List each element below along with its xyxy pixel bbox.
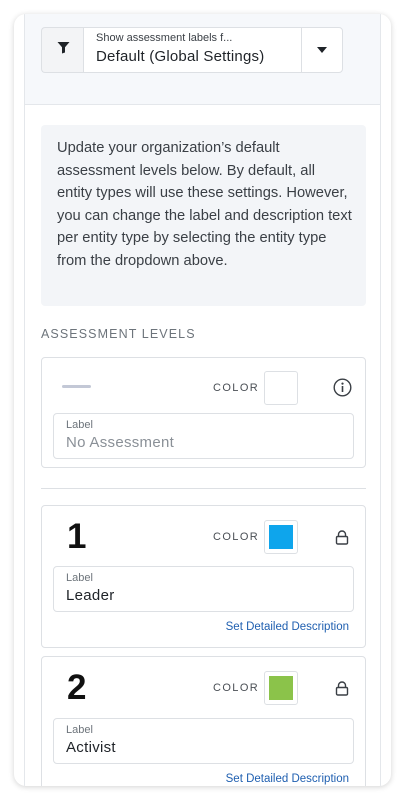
divider bbox=[41, 488, 366, 489]
label-field[interactable]: Label Activist bbox=[53, 718, 354, 764]
color-swatch bbox=[269, 376, 293, 400]
info-message: Update your organization’s default asses… bbox=[41, 125, 366, 306]
assessment-level-card: 1 COLOR Label Leader Set Detailed Descri… bbox=[41, 505, 366, 648]
filter-icon bbox=[57, 41, 70, 59]
lock-icon bbox=[330, 525, 354, 549]
field-value: No Assessment bbox=[66, 434, 175, 451]
no-level-dash bbox=[62, 385, 91, 388]
color-swatch bbox=[269, 676, 293, 700]
header-bar: Show assessment labels f... Default (Glo… bbox=[24, 14, 381, 105]
field-label: Label bbox=[66, 724, 93, 736]
color-picker[interactable] bbox=[264, 520, 298, 554]
color-label: COLOR bbox=[213, 682, 260, 694]
level-number: 2 bbox=[67, 668, 87, 707]
lock-icon bbox=[330, 676, 354, 700]
select-caption: Show assessment labels f... bbox=[96, 32, 233, 44]
section-title: ASSESSMENT LEVELS bbox=[41, 327, 196, 341]
filter-button[interactable] bbox=[41, 27, 84, 73]
color-label: COLOR bbox=[213, 531, 260, 543]
field-value: Activist bbox=[66, 739, 116, 756]
assessment-level-card: 2 COLOR Label Activist Set Detailed Desc… bbox=[41, 656, 366, 786]
assessment-level-card: COLOR Label No Assessment bbox=[41, 357, 366, 468]
label-field[interactable]: Label Leader bbox=[53, 566, 354, 612]
level-number: 1 bbox=[67, 517, 87, 556]
entity-type-select[interactable]: Show assessment labels f... Default (Glo… bbox=[83, 27, 302, 73]
assessment-settings-panel: Show assessment labels f... Default (Glo… bbox=[14, 14, 391, 786]
info-icon[interactable] bbox=[330, 375, 354, 399]
select-value: Default (Global Settings) bbox=[96, 48, 265, 65]
color-picker[interactable] bbox=[264, 671, 298, 705]
color-swatch bbox=[269, 525, 293, 549]
settings-body: Update your organization’s default asses… bbox=[24, 105, 381, 786]
dropdown-toggle-button[interactable] bbox=[301, 27, 343, 73]
set-detailed-description-link[interactable]: Set Detailed Description bbox=[226, 773, 349, 785]
caret-down-icon bbox=[317, 47, 327, 53]
field-label: Label bbox=[66, 419, 93, 431]
label-field[interactable]: Label No Assessment bbox=[53, 413, 354, 459]
color-picker[interactable] bbox=[264, 371, 298, 405]
set-detailed-description-link[interactable]: Set Detailed Description bbox=[226, 621, 349, 633]
field-label: Label bbox=[66, 572, 93, 584]
field-value: Leader bbox=[66, 587, 115, 604]
color-label: COLOR bbox=[213, 382, 260, 394]
